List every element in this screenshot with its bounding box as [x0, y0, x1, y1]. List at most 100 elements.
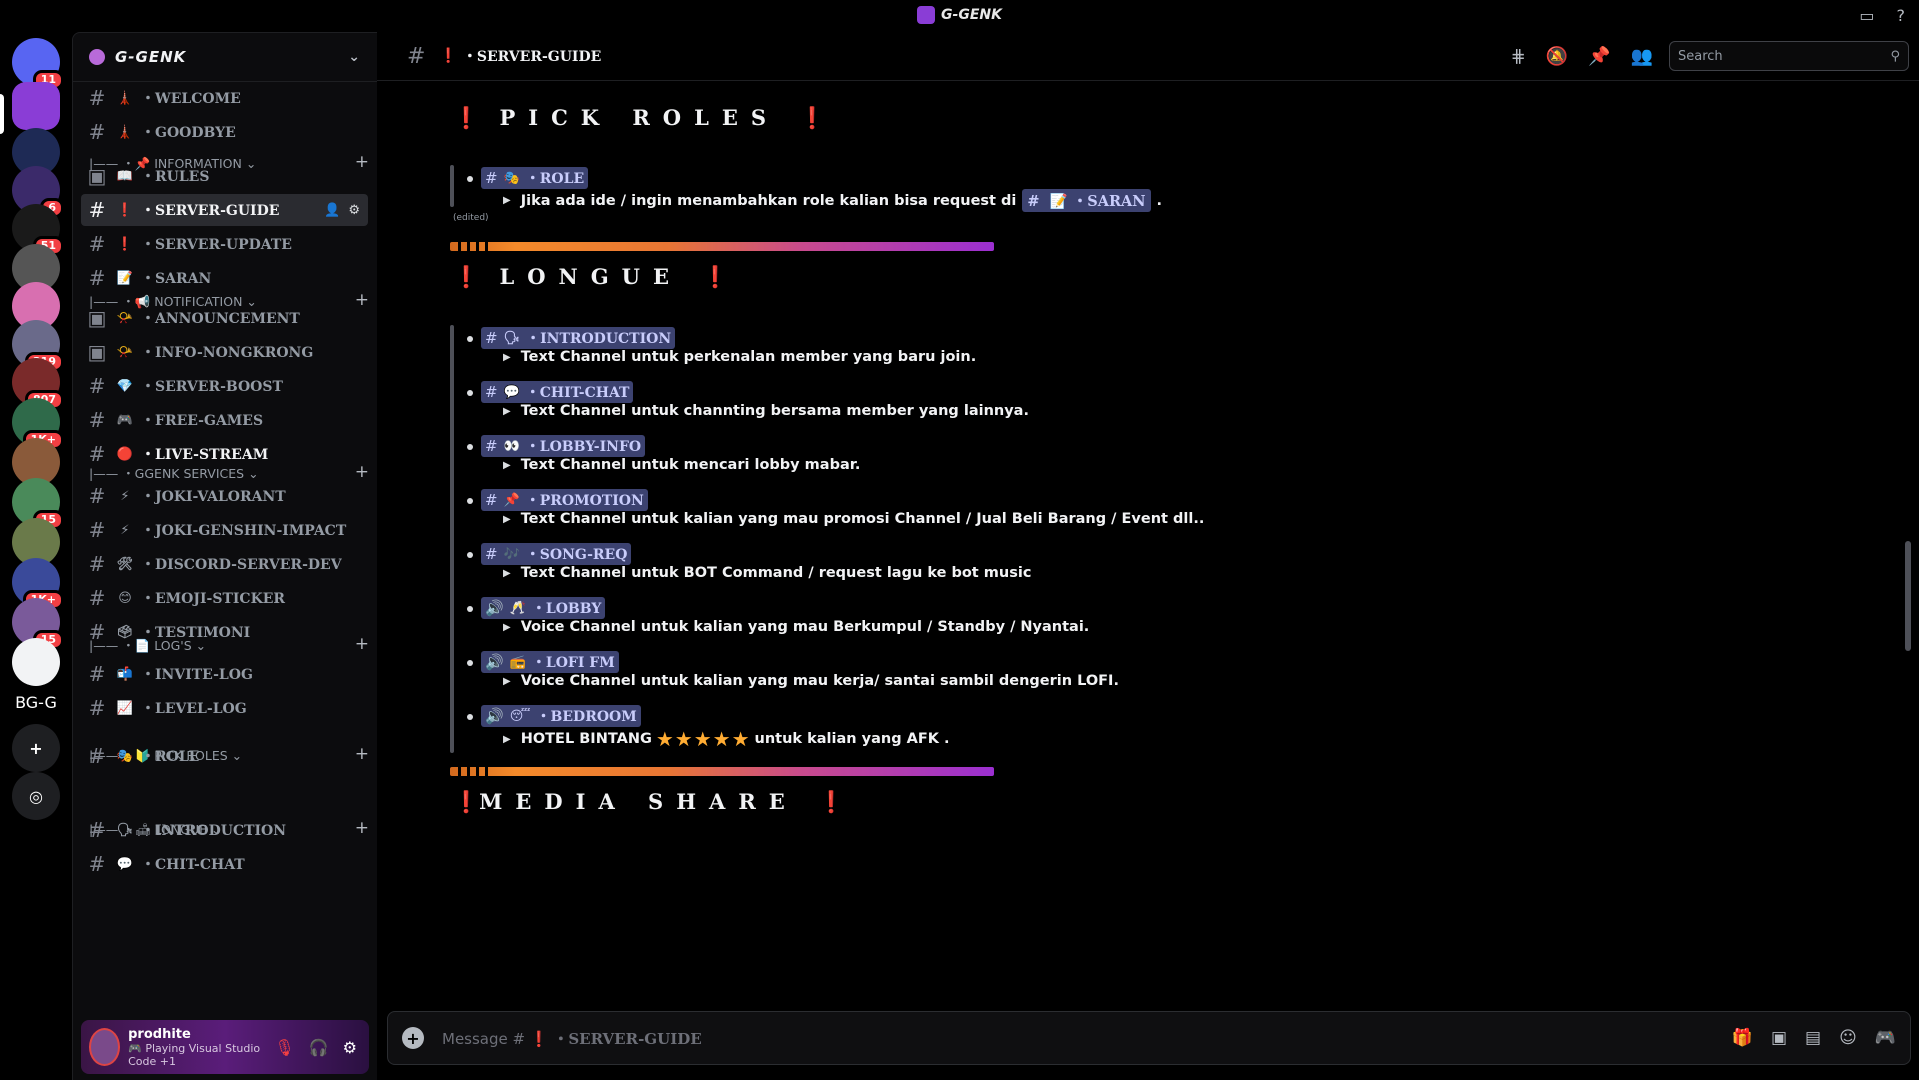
channel-item[interactable]: # 🔴 ・LIVE-STREAM	[81, 438, 368, 470]
composer-channel: ・SERVER-GUIDE	[553, 1029, 702, 1048]
channel-item[interactable]: # 🗳 ・TESTIMONI	[81, 616, 368, 648]
channel-item[interactable]: # 🗼 ・WELCOME	[81, 82, 368, 114]
gif-icon[interactable]: ▣	[1771, 1028, 1787, 1048]
server-boost-icon	[89, 49, 105, 65]
channel-item[interactable]: # ❗ ・SERVER-GUIDE 👤 ⚙	[81, 194, 368, 226]
scrollbar[interactable]	[1905, 541, 1911, 651]
channel-item[interactable]: # 🗣 ・INTRODUCTION	[81, 814, 368, 846]
mention-emoji: 📻	[509, 654, 526, 670]
channel-mention[interactable]: 🔊 🥂 ・LOBBY	[481, 597, 606, 619]
channel-item[interactable]: # ⚡ ・JOKI-GENSHIN-IMPACT	[81, 514, 368, 546]
channel-mention[interactable]: # 🎶 ・SONG-REQ	[481, 543, 632, 565]
help-icon[interactable]: ?	[1897, 6, 1906, 25]
channel-item[interactable]: # 😊 ・EMOJI-STICKER	[81, 582, 368, 614]
server-name: G-GENK	[115, 48, 187, 66]
channel-emoji: 😊	[118, 590, 132, 606]
mention-type-icon: #	[485, 491, 498, 509]
mention-text: ・ROLE	[525, 171, 585, 187]
channel-mention-saran[interactable]: # 📝 ・SARAN	[1022, 189, 1151, 212]
mention-emoji: 🎭	[503, 170, 520, 186]
mute-icon[interactable]: 🎙	[274, 1038, 294, 1057]
message-input[interactable]: Message # ❗ ・SERVER-GUIDE	[442, 1028, 702, 1049]
server-icon[interactable]	[12, 82, 60, 130]
bullet	[467, 176, 473, 182]
discover-icon[interactable]: ◎	[12, 772, 60, 820]
hash-icon: #	[88, 198, 106, 222]
hash-icon: #	[88, 744, 106, 768]
item-description: ▶ Text Channel untuk mencari lobby mabar.	[503, 457, 861, 473]
hash-icon: #	[88, 232, 106, 256]
channel-item[interactable]: ▣ 📯 ・INFO-NONGKRONG	[81, 336, 368, 368]
channel-emoji: ❗	[116, 202, 134, 218]
settings-gear-icon[interactable]: ⚙	[343, 1038, 357, 1057]
desc-text: Text Channel untuk mencari lobby mabar.	[520, 457, 861, 473]
longue-title-text: LONGUE	[499, 264, 682, 289]
channel-item[interactable]: # 📈 ・LEVEL-LOG	[81, 692, 368, 724]
member-list-icon[interactable]: 👥	[1631, 46, 1653, 67]
divider-bar	[450, 767, 994, 776]
channel-mention[interactable]: 🔊 😴 ・BEDROOM	[481, 705, 641, 727]
hash-icon: #	[88, 818, 106, 842]
server-icon[interactable]: BG-G	[12, 678, 60, 726]
invite-icon[interactable]: 👤	[324, 203, 340, 218]
channel-item[interactable]: # 🎮 ・FREE-GAMES	[81, 404, 368, 436]
channel-settings-icon[interactable]: ⚙	[348, 203, 360, 218]
sticker-icon[interactable]: ▤	[1805, 1028, 1821, 1048]
channel-emoji: 🔴	[116, 446, 134, 462]
channel-item[interactable]: # 💬 ・CHIT-CHAT	[81, 848, 368, 880]
channel-item[interactable]: # 🗼 ・GOODBYE	[81, 116, 368, 148]
channel-item[interactable]: # 📝 ・SARAN	[81, 262, 368, 294]
message-composer[interactable]: + Message # ❗ ・SERVER-GUIDE 🎁 ▣ ▤ ☺ 🎮	[387, 1011, 1911, 1065]
channel-item[interactable]: # 📬 ・INVITE-LOG	[81, 658, 368, 690]
mention-text: ・CHIT-CHAT	[525, 385, 630, 401]
server-header[interactable]: G-GENK ⌄	[73, 33, 377, 82]
channel-mention[interactable]: # 💬 ・CHIT-CHAT	[481, 381, 634, 403]
add-attachment-button[interactable]: +	[402, 1027, 424, 1049]
channel-item[interactable]: ▣ 📯 ・ANNOUNCEMENT	[81, 302, 368, 334]
window-title: G-GENK	[941, 7, 1002, 23]
server-rail: 116512198071K+151K+15BG-G+◎	[0, 32, 72, 1079]
item-description: ▶ Voice Channel untuk kalian yang mau ker…	[503, 673, 1119, 689]
channel-item[interactable]: # ❗ ・SERVER-UPDATE	[81, 228, 368, 260]
quote-bar	[450, 325, 454, 753]
search-input[interactable]: Search ⚲	[1669, 41, 1909, 71]
mention-text: ・PROMOTION	[525, 493, 644, 509]
hash-icon: #	[88, 484, 106, 508]
channel-item[interactable]: # 🎭 ・ROLE	[81, 740, 368, 772]
mention-emoji: 👀	[503, 438, 520, 454]
emoji-icon[interactable]: ☺	[1839, 1028, 1857, 1048]
server-icon[interactable]: 11	[12, 38, 64, 90]
channel-mention[interactable]: # 👀 ・LOBBY-INFO	[481, 435, 646, 457]
channel-mention[interactable]: # 🗣 ・INTRODUCTION	[481, 327, 676, 349]
mention-type-icon: #	[485, 545, 498, 563]
channel-emoji: 💎	[116, 378, 134, 394]
avatar[interactable]	[89, 1028, 121, 1066]
hash-icon: #	[88, 408, 106, 432]
pin-icon[interactable]: 📌	[1588, 46, 1610, 67]
add-server-button[interactable]: +	[12, 724, 60, 772]
channel-emoji: 🗳	[116, 624, 134, 640]
threads-icon[interactable]: ⋕	[1511, 46, 1526, 67]
item-description: ▶ Text Channel untuk BOT Command / reques…	[503, 565, 1032, 581]
deafen-icon[interactable]: 🎧	[309, 1038, 329, 1057]
channel-item[interactable]: # ⚡ ・JOKI-VALORANT	[81, 480, 368, 512]
channel-mention[interactable]: # 📌 ・PROMOTION	[481, 489, 648, 511]
channel-item[interactable]: # 🛠 ・DISCORD-SERVER-DEV	[81, 548, 368, 580]
selected-server-indicator	[0, 94, 4, 134]
gift-icon[interactable]: 🎁	[1732, 1028, 1753, 1048]
hash-icon: #	[88, 86, 106, 110]
inline-mention-text: ・SARAN	[1072, 193, 1146, 210]
channel-emoji: ⚡	[120, 488, 130, 504]
bullet	[467, 714, 473, 720]
channel-mention-role[interactable]: # 🎭 ・ROLE	[481, 167, 589, 189]
notification-bell-icon[interactable]: 🔕	[1546, 46, 1568, 67]
username[interactable]: prodhite	[128, 1027, 274, 1042]
channel-mention[interactable]: 🔊 📻 ・LOFI FM	[481, 651, 619, 673]
desc-text: Text Channel untuk kalian yang mau promo…	[520, 511, 1205, 527]
channel-item[interactable]: ▣ 📖 ・RULES	[81, 160, 368, 192]
inline-mention-emoji: 📝	[1049, 193, 1068, 210]
channel-name: ・RULES	[141, 169, 210, 185]
channel-item[interactable]: # 💎 ・SERVER-BOOST	[81, 370, 368, 402]
inbox-icon[interactable]: ▭	[1859, 6, 1874, 25]
activities-icon[interactable]: 🎮	[1875, 1028, 1896, 1048]
